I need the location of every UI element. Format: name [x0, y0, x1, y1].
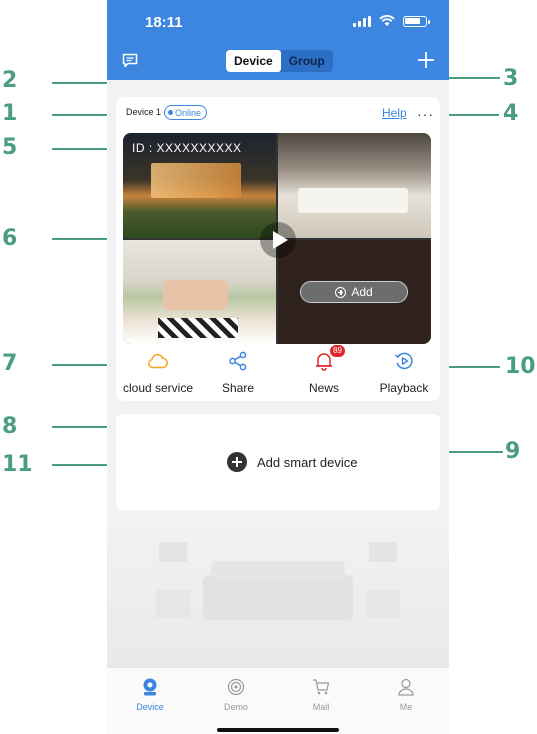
online-status-text: Online	[175, 107, 202, 118]
add-circle-icon	[335, 286, 347, 298]
person-icon	[398, 678, 414, 696]
callout-10: 10	[505, 354, 536, 379]
callout-8: 8	[2, 414, 18, 439]
tab-mall[interactable]: Mall	[278, 676, 364, 712]
device-group-toggle: Device Group	[226, 50, 333, 72]
camera-preview-grid[interactable]: ID : XXXXXXXXXX Add	[123, 133, 431, 344]
tab-demo[interactable]: Demo	[193, 676, 279, 712]
add-device-icon	[227, 452, 247, 472]
news-count-badge: 89	[330, 345, 345, 357]
playback-label: Playback	[379, 381, 429, 395]
plus-icon[interactable]	[417, 51, 435, 69]
callout-6: 6	[2, 226, 18, 251]
sofa-shape	[203, 561, 353, 620]
camera-preview-3	[123, 240, 276, 344]
cloud-service-label: cloud service	[122, 381, 194, 395]
device-name: Device 1	[126, 107, 162, 117]
add-camera-label: Add	[351, 285, 373, 299]
play-icon	[272, 231, 288, 249]
side-table-right-shape	[366, 590, 400, 618]
home-indicator	[217, 728, 339, 732]
add-device-card: Add smart device	[116, 414, 440, 510]
cart-icon	[313, 679, 330, 695]
add-camera-button[interactable]: Add	[300, 281, 408, 303]
news-button[interactable]: 89 News	[284, 345, 364, 395]
share-icon	[229, 351, 247, 371]
message-icon[interactable]	[122, 53, 138, 68]
device-icon	[143, 678, 157, 696]
empty-state-illustration	[107, 520, 449, 670]
add-smart-device-label: Add smart device	[257, 454, 358, 470]
bottom-tab-bar: Device Demo Mall Me	[107, 667, 449, 734]
callout-4: 4	[503, 101, 519, 126]
callout-3: 3	[503, 66, 519, 91]
playback-button[interactable]: Playback	[364, 349, 444, 395]
cloud-service-button[interactable]: cloud service	[118, 349, 198, 395]
help-link[interactable]: Help	[382, 106, 407, 120]
tab-mall-label: Mall	[312, 702, 330, 712]
cloud-icon	[148, 353, 168, 369]
tab-device-label: Device	[136, 702, 164, 712]
tab-device-segment[interactable]: Device	[226, 50, 281, 72]
callout-5: 5	[2, 135, 18, 160]
tab-me-label: Me	[399, 702, 413, 712]
camera-id-label: ID : XXXXXXXXXX	[132, 141, 242, 155]
tab-device[interactable]: Device	[107, 676, 193, 712]
signal-icon	[353, 15, 371, 27]
online-badge: Online	[164, 105, 208, 120]
tab-me[interactable]: Me	[363, 676, 449, 712]
side-table-left-shape	[156, 590, 190, 618]
status-icons	[353, 15, 430, 27]
tab-demo-label: Demo	[223, 702, 248, 712]
camera-preview-2	[278, 133, 431, 238]
share-button[interactable]: Share	[198, 349, 278, 395]
share-label: Share	[221, 381, 255, 395]
news-label: News	[308, 381, 339, 395]
phone-screen: 18:11 Device Group Device 1 Online Help …	[107, 0, 449, 734]
callout-7: 7	[2, 351, 18, 376]
add-smart-device-button[interactable]: Add smart device	[227, 452, 357, 472]
callout-2: 2	[2, 68, 18, 93]
tab-group-segment[interactable]: Group	[281, 50, 333, 72]
callout-11: 11	[2, 452, 33, 477]
status-dot-icon	[168, 110, 173, 115]
callout-9: 9	[505, 439, 521, 464]
more-options-button[interactable]: ···	[417, 106, 434, 122]
status-time: 18:11	[145, 14, 183, 31]
battery-icon	[403, 15, 430, 27]
callout-line-1	[52, 114, 114, 116]
wifi-icon	[379, 15, 395, 26]
lamp-left-shape	[159, 542, 187, 562]
app-header: 18:11 Device Group	[107, 0, 449, 80]
demo-icon	[227, 678, 245, 696]
lamp-right-shape	[369, 542, 397, 562]
device-card: Device 1 Online Help ··· ID : XXXXXXXXXX…	[116, 97, 440, 401]
playback-icon	[395, 352, 413, 370]
device-actions: cloud service Share 89 News Playback	[116, 345, 440, 399]
play-button[interactable]	[260, 222, 296, 258]
callout-1: 1	[2, 101, 18, 126]
